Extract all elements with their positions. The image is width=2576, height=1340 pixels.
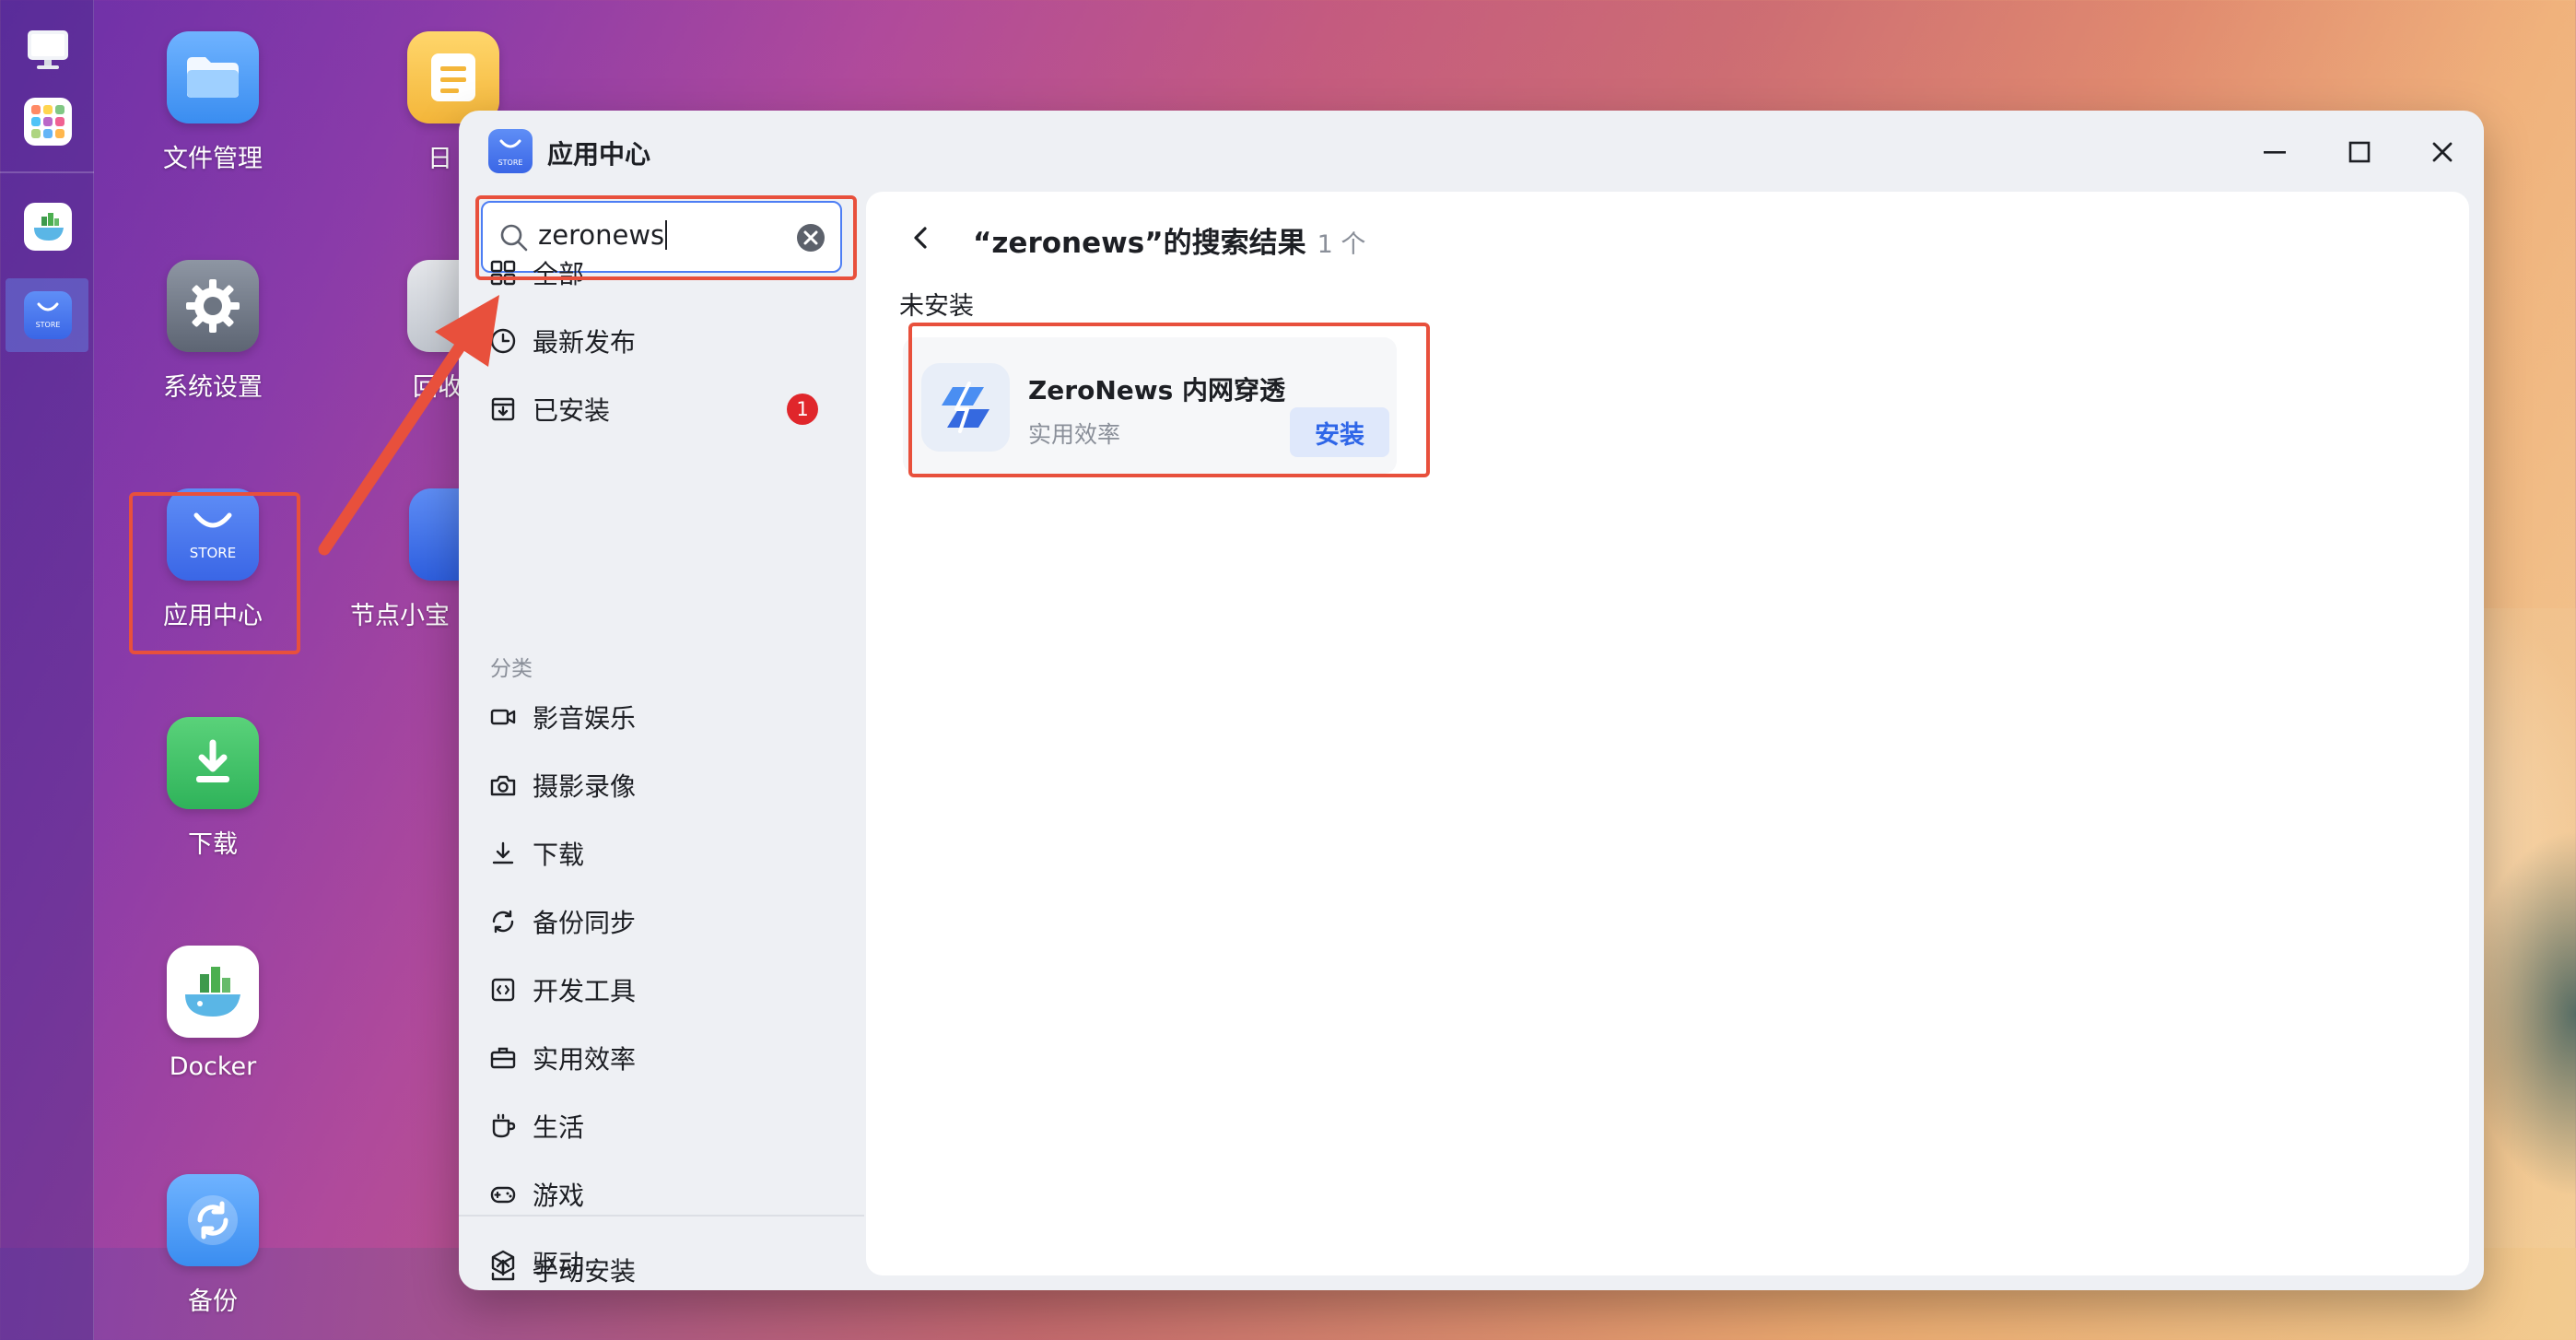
docker-icon — [167, 946, 259, 1038]
desktop-system-settings[interactable]: 系统设置 — [121, 260, 305, 403]
sidebar-item-label: 开发工具 — [533, 976, 637, 1006]
sidebar-item-media[interactable]: 影音娱乐 — [486, 689, 846, 745]
video-camera-icon — [486, 700, 520, 734]
sidebar-item-games[interactable]: 游戏 — [486, 1167, 846, 1222]
sidebar-item-label: 下载 — [533, 840, 585, 870]
chevron-left-icon — [914, 227, 927, 249]
manual-install-label: 手动安装 — [533, 1256, 637, 1287]
store-icon: STORE — [36, 302, 61, 329]
download-icon — [167, 717, 259, 809]
sidebar-divider — [459, 1215, 864, 1217]
dock-store[interactable]: STORE — [24, 291, 72, 339]
desktop-icon-label: 备份 — [188, 1287, 238, 1316]
sidebar-item-backup-sync[interactable]: 备份同步 — [486, 894, 846, 949]
app-grid-icon — [31, 105, 64, 138]
sidebar-item-dev-tools[interactable]: 开发工具 — [486, 962, 846, 1017]
window-title: 应用中心 — [547, 139, 651, 170]
sidebar-item-label: 备份同步 — [533, 908, 637, 938]
dock-app-grid[interactable] — [24, 98, 72, 146]
minimize-button[interactable] — [2254, 131, 2296, 173]
code-icon — [486, 973, 520, 1006]
sidebar-item-label: 影音娱乐 — [533, 703, 637, 734]
search-results-title: “zeronews”的搜索结果 1 个 — [973, 219, 1365, 261]
close-icon — [2432, 142, 2453, 162]
sidebar-item-productivity[interactable]: 实用效率 — [486, 1030, 846, 1086]
svg-text:STORE: STORE — [36, 321, 61, 329]
sidebar-item-label: 摄影录像 — [533, 771, 637, 802]
desktop-icon-label: 文件管理 — [163, 145, 263, 173]
sidebar-item-photo[interactable]: 摄影录像 — [486, 758, 846, 813]
installed-count-badge: 1 — [787, 394, 818, 425]
desktop-icon-label: Docker — [169, 1052, 257, 1081]
sidebar-item-label: 已安装 — [533, 395, 611, 426]
desktop-docker[interactable]: Docker — [121, 946, 305, 1081]
gear-icon — [167, 260, 259, 352]
monitor-icon — [28, 30, 68, 69]
dock-divider — [0, 171, 94, 173]
maximize-icon — [2348, 141, 2371, 163]
svg-text:STORE: STORE — [498, 159, 523, 167]
sync-icon — [167, 1174, 259, 1266]
dock: STORE — [0, 0, 94, 1340]
briefcase-icon — [486, 1041, 520, 1075]
annotation-arrow — [318, 295, 499, 556]
back-button[interactable] — [903, 219, 940, 256]
dock-docker[interactable] — [24, 203, 72, 251]
window-titlebar[interactable]: STORE 应用中心 — [459, 111, 2484, 192]
desktop-icon-label: 下载 — [188, 830, 238, 859]
desktop-backup[interactable]: 备份 — [121, 1174, 305, 1317]
desktop-icon-label: 系统设置 — [163, 373, 263, 402]
annotation-box-result — [908, 323, 1430, 477]
notes-icon — [407, 31, 499, 123]
maximize-button[interactable] — [2338, 131, 2381, 173]
sync-icon — [486, 905, 520, 938]
dock-monitor[interactable] — [24, 26, 72, 74]
category-header: 分类 — [490, 657, 533, 681]
app-center-logo-icon: STORE — [488, 129, 533, 173]
sidebar-item-label: 实用效率 — [533, 1044, 637, 1075]
docker-icon — [34, 213, 64, 241]
section-not-installed: 未安装 — [899, 292, 974, 321]
sidebar-item-life[interactable]: 生活 — [486, 1099, 846, 1154]
gamepad-icon — [486, 1178, 520, 1211]
download-arrow-icon — [486, 837, 520, 870]
sidebar-item-latest[interactable]: 最新发布 — [486, 313, 846, 369]
app-center-window: STORE 应用中心 zeronews 全部 最新发布 已安装 1 分类 影音娱… — [459, 111, 2484, 1290]
results-count: 1 个 — [1317, 230, 1366, 259]
desktop-file-manager[interactable]: 文件管理 — [121, 31, 305, 174]
minimize-icon — [2264, 151, 2286, 154]
camera-icon — [486, 769, 520, 802]
desktop-download[interactable]: 下载 — [121, 717, 305, 860]
sidebar-item-label: 游戏 — [533, 1181, 585, 1211]
sidebar-item-download[interactable]: 下载 — [486, 826, 846, 881]
annotation-box-app-center — [129, 492, 300, 654]
manual-install-button[interactable]: 手动安装 — [486, 1242, 846, 1290]
sidebar-item-label: 最新发布 — [533, 327, 637, 358]
annotation-box-search — [475, 195, 857, 280]
upload-icon — [486, 1253, 520, 1287]
close-button[interactable] — [2421, 131, 2464, 173]
folder-icon — [167, 31, 259, 123]
sidebar-item-label: 生活 — [533, 1112, 585, 1143]
cup-icon — [486, 1110, 520, 1143]
sidebar-item-installed[interactable]: 已安装 1 — [486, 382, 846, 437]
results-heading: “zeronews”的搜索结果 — [973, 227, 1306, 260]
